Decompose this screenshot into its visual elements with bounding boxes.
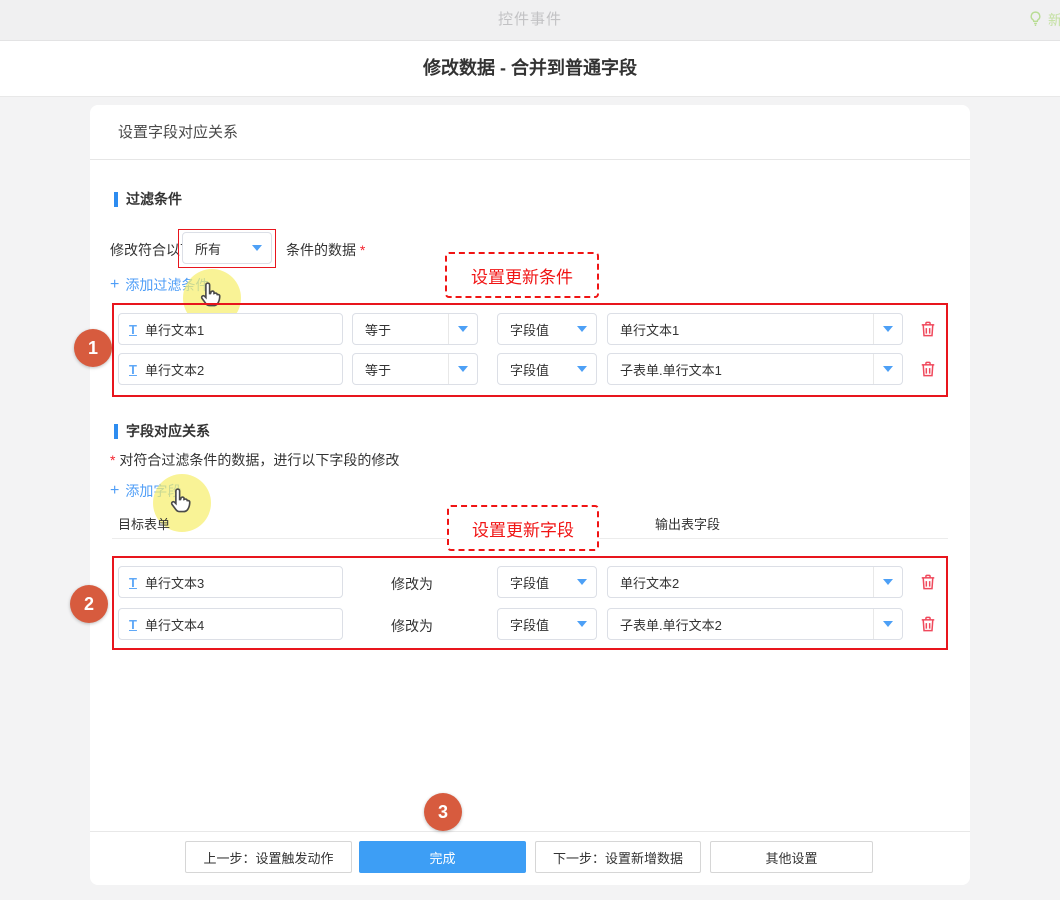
panel-header: 设置字段对应关系	[90, 105, 970, 160]
chevron-down-icon	[448, 354, 477, 384]
page-title: 修改数据 - 合并到普通字段	[0, 41, 1060, 96]
mapping-field-name: 单行文本3	[145, 573, 204, 592]
hand-cursor-icon	[164, 487, 194, 517]
chevron-down-icon	[568, 609, 596, 639]
delete-row-icon[interactable]	[918, 358, 938, 380]
top-navbar: 控件事件 新手	[0, 0, 1060, 41]
match-mode-select[interactable]: 所有	[182, 232, 272, 264]
value-type-select[interactable]: 字段值	[497, 353, 597, 385]
delete-row-icon[interactable]	[918, 318, 938, 340]
mapping-field-box[interactable]: T 单行文本4	[118, 608, 343, 640]
callout-set-update-condition: 设置更新条件	[445, 252, 599, 298]
text-field-icon: T	[129, 575, 137, 590]
section-marker	[114, 192, 118, 207]
mapping-section-title: 字段对应关系	[114, 421, 210, 441]
prev-step-button[interactable]: 上一步：设置触发动作	[185, 841, 352, 873]
column-header-output-field: 输出表字段	[655, 514, 720, 533]
chevron-down-icon	[568, 567, 596, 597]
value-select[interactable]: 单行文本1	[607, 313, 903, 345]
other-settings-button[interactable]: 其他设置	[710, 841, 873, 873]
chevron-down-icon	[873, 609, 902, 639]
filter-suffix-label: 条件的数据 *	[286, 240, 365, 260]
lightbulb-icon	[1027, 10, 1044, 30]
section-marker	[114, 424, 118, 439]
delete-row-icon[interactable]	[918, 571, 938, 593]
done-button[interactable]: 完成	[359, 841, 526, 873]
panel-title: 设置字段对应关系	[118, 105, 238, 160]
mapping-field-box[interactable]: T 单行文本3	[118, 566, 343, 598]
required-asterisk: *	[360, 242, 365, 258]
callout-set-update-field: 设置更新字段	[447, 505, 599, 551]
mapping-field-name: 单行文本4	[145, 615, 204, 634]
chevron-down-icon	[243, 233, 271, 263]
value-type-select[interactable]: 字段值	[497, 313, 597, 345]
value-type-select[interactable]: 字段值	[497, 566, 597, 598]
filter-section-title: 过滤条件	[114, 189, 182, 209]
beginner-hint-label: 新手	[1048, 10, 1060, 30]
chevron-down-icon	[568, 314, 596, 344]
operator-select[interactable]: 等于	[352, 353, 478, 385]
filter-field-box[interactable]: T 单行文本1	[118, 313, 343, 345]
settings-panel: 设置字段对应关系 过滤条件 修改符合以下 所有 条件的数据 * + 添加过滤条件…	[90, 105, 970, 885]
step-badge-3: 3	[424, 793, 462, 831]
value-select[interactable]: 子表单.单行文本1	[607, 353, 903, 385]
delete-row-icon[interactable]	[918, 613, 938, 635]
operator-select[interactable]: 等于	[352, 313, 478, 345]
beginner-hint[interactable]: 新手	[1027, 0, 1060, 40]
modify-to-label: 修改为	[382, 616, 442, 636]
footer-divider	[90, 831, 970, 832]
chevron-down-icon	[873, 354, 902, 384]
navbar-title: 控件事件	[0, 0, 1060, 40]
next-step-button[interactable]: 下一步：设置新增数据	[535, 841, 701, 873]
text-field-icon: T	[129, 322, 137, 337]
plus-icon: +	[110, 482, 119, 500]
match-mode-value: 所有	[195, 239, 221, 258]
value-type-select[interactable]: 字段值	[497, 608, 597, 640]
filter-field-box[interactable]: T 单行文本2	[118, 353, 343, 385]
mapping-description: * 对符合过滤条件的数据，进行以下字段的修改	[110, 450, 399, 470]
step-badge-1: 1	[74, 329, 112, 367]
plus-icon: +	[110, 276, 119, 294]
dialog-titlebar: 修改数据 - 合并到普通字段	[0, 41, 1060, 97]
filter-field-name: 单行文本2	[145, 360, 204, 379]
column-header-target-form: 目标表单	[118, 514, 170, 533]
text-field-icon: T	[129, 617, 137, 632]
chevron-down-icon	[448, 314, 477, 344]
modify-to-label: 修改为	[382, 574, 442, 594]
chevron-down-icon	[568, 354, 596, 384]
text-field-icon: T	[129, 362, 137, 377]
value-select[interactable]: 单行文本2	[607, 566, 903, 598]
step-badge-2: 2	[70, 585, 108, 623]
chevron-down-icon	[873, 567, 902, 597]
value-select[interactable]: 子表单.单行文本2	[607, 608, 903, 640]
filter-field-name: 单行文本1	[145, 320, 204, 339]
required-asterisk: *	[110, 452, 115, 468]
chevron-down-icon	[873, 314, 902, 344]
